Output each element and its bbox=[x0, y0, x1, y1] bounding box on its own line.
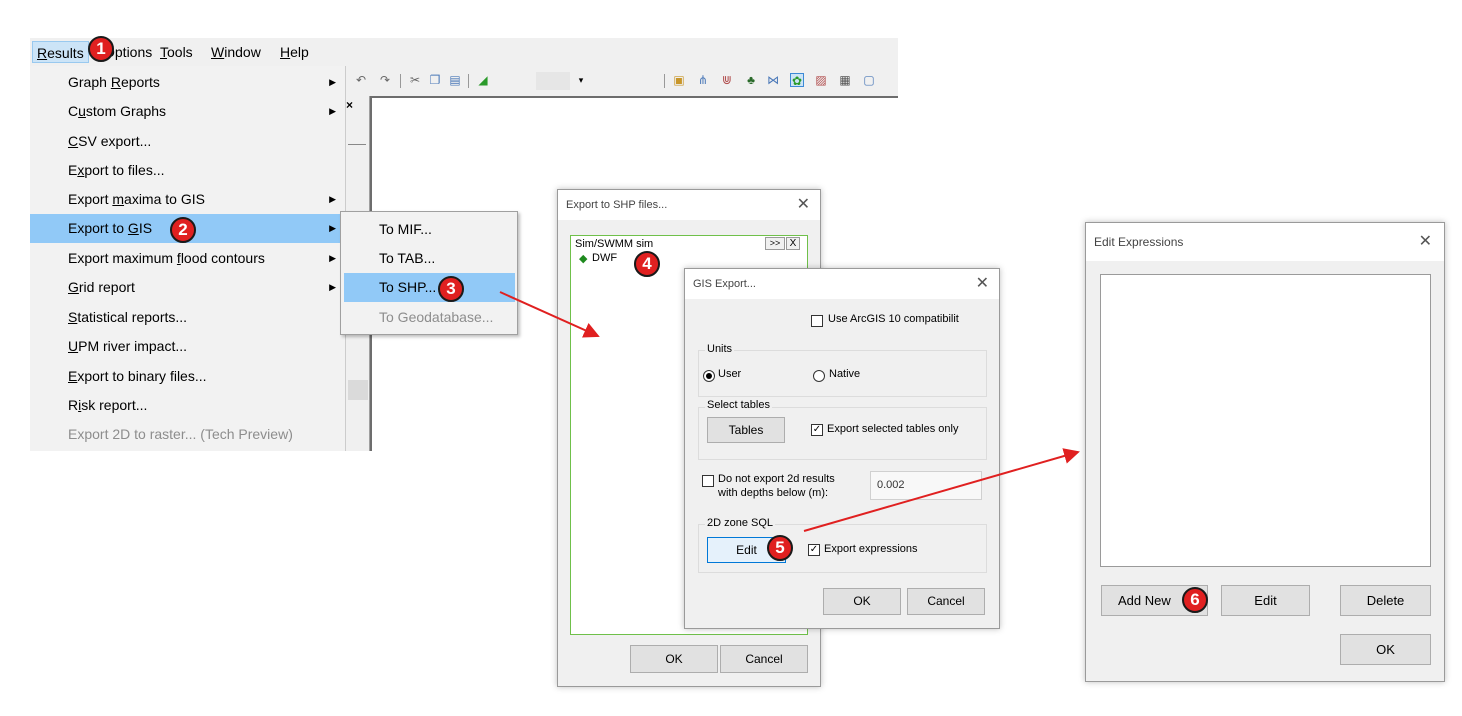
annotation-arrows bbox=[499, 291, 1080, 532]
arrow-to-expressions-dialog bbox=[803, 448, 1080, 532]
step-marker-2: 2 bbox=[170, 217, 196, 243]
step-marker-3: 3 bbox=[438, 276, 464, 302]
step-marker-6: 6 bbox=[1182, 587, 1208, 613]
step-marker-4: 4 bbox=[634, 251, 660, 277]
step-marker-5: 5 bbox=[767, 535, 793, 561]
step-marker-1: 1 bbox=[88, 36, 114, 62]
arrow-to-shp-dialog bbox=[499, 291, 600, 338]
